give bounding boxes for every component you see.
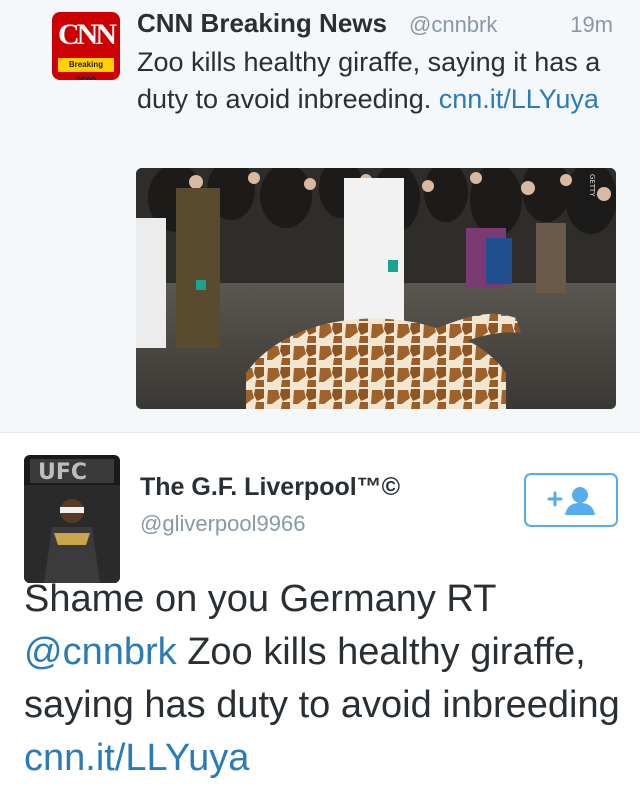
author-handle[interactable]: @gliverpool9966 — [140, 511, 305, 537]
giraffe-photo-image: GETTY — [136, 168, 616, 409]
cnn-avatar[interactable]: CNN Breaking news — [52, 12, 120, 80]
main-tweet: UFC The G.F. Liverpool™© @gliverpool9966… — [0, 433, 640, 799]
breaking-news-strip: Breaking news — [58, 58, 114, 80]
tweet-photo[interactable]: GETTY — [136, 168, 616, 409]
author-avatar[interactable]: UFC — [24, 455, 120, 583]
add-user-icon — [547, 487, 595, 515]
quoted-tweet-header: CNN Breaking News @cnnbrk 19m — [137, 8, 617, 42]
quoted-author-handle[interactable]: @cnnbrk — [409, 12, 497, 38]
quoted-tweet[interactable]: CNN Breaking news CNN Breaking News @cnn… — [0, 0, 640, 433]
quoted-timestamp[interactable]: 19m — [570, 12, 613, 38]
quoted-tweet-text: Zoo kills healthy giraffe, saying it has… — [137, 44, 617, 118]
quoted-author-name[interactable]: CNN Breaking News — [137, 8, 387, 39]
ufc-logo-text: UFC — [38, 460, 87, 485]
tweet-text: Shame on you Germany RT @cnnbrk Zoo kill… — [24, 573, 624, 785]
cnn-logo-wordmark: CNN — [58, 18, 117, 51]
photo-credit: GETTY — [588, 174, 596, 197]
mention-link[interactable]: @cnnbrk — [24, 631, 177, 673]
quoted-tweet-link[interactable]: cnn.it/LLYuya — [439, 84, 599, 114]
ufc-avatar-image: UFC — [24, 455, 120, 583]
follow-button[interactable] — [524, 473, 618, 527]
tweet-text-prefix: Shame on you Germany RT — [24, 578, 496, 620]
author-name[interactable]: The G.F. Liverpool™© — [140, 473, 400, 502]
tweet-link[interactable]: cnn.it/LLYuya — [24, 737, 249, 779]
